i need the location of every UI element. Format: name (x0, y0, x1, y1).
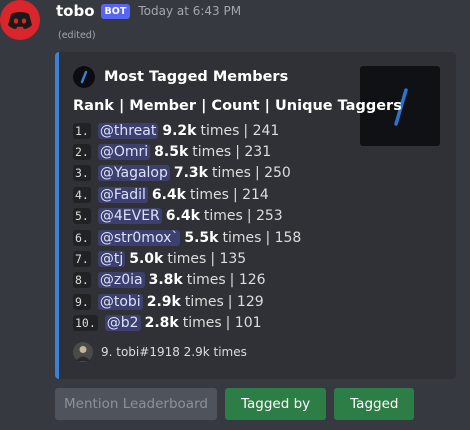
times-label: times (203, 208, 243, 225)
tag-count: 2.9k (146, 293, 181, 310)
unique-taggers: | 101 (225, 315, 262, 332)
member-mention[interactable]: @Yagalop (97, 165, 170, 182)
action-row: Mention Leaderboard Tagged by Tagged (55, 388, 415, 420)
member-mention[interactable]: @tobi (97, 293, 143, 310)
rank-number: 10. (73, 315, 98, 332)
member-mention[interactable]: @tj (97, 251, 126, 268)
tag-count: 5.0k (129, 251, 164, 268)
rank-number: 5. (73, 208, 91, 225)
leaderboard-row: 3. @Yagalop 7.3k times | 250 (73, 163, 301, 184)
tag-count: 9.2k (162, 122, 197, 139)
leaderboard-row: 2. @Omri 8.5k times | 231 (73, 141, 301, 162)
rank-number: 8. (73, 272, 91, 289)
tag-count: 3.8k (148, 272, 183, 289)
embed-title: Rank | Member | Count | Unique Taggers (73, 98, 402, 114)
member-mention[interactable]: @str0mox` (97, 229, 181, 246)
member-mention[interactable]: @b2 (104, 315, 141, 332)
embed-footer-text: 9. tobi#1918 2.9k times (101, 345, 247, 359)
unique-taggers: | 158 (265, 229, 302, 246)
embed-footer: 9. tobi#1918 2.9k times (73, 342, 247, 362)
unique-taggers: | 126 (229, 272, 266, 289)
leaderboard-row: 8. @z0ia 3.8k times | 126 (73, 270, 301, 291)
tagged-button[interactable]: Tagged (334, 388, 415, 420)
times-label: times (190, 186, 229, 203)
tag-count: 6.4k (165, 208, 200, 225)
member-mention[interactable]: @Fadil (97, 186, 148, 203)
times-label: times (200, 122, 240, 139)
leaderboard-list: 1. @threat 9.2k times | 241 2. @Omri 8.5… (73, 120, 301, 334)
times-label: times (182, 315, 222, 332)
rank-number: 1. (73, 122, 91, 139)
member-mention[interactable]: @4EVER (97, 208, 162, 225)
times-label: times (212, 165, 251, 182)
unique-taggers: | 250 (254, 165, 291, 182)
member-mention[interactable]: @threat (97, 122, 159, 139)
user-avatar-icon (73, 342, 93, 362)
times-label: times (222, 229, 262, 246)
rank-number: 7. (73, 251, 91, 268)
edited-label: (edited) (58, 30, 96, 41)
unique-taggers: | 214 (232, 186, 269, 203)
leaderboard-row: 7. @tj 5.0k times | 135 (73, 248, 301, 269)
tag-count: 6.4k (151, 186, 186, 203)
tag-count: 8.5k (154, 144, 189, 161)
rank-number: 3. (73, 165, 91, 182)
tag-count: 5.5k (184, 229, 219, 246)
tag-count: 2.8k (144, 315, 179, 332)
unique-taggers: | 135 (210, 251, 247, 268)
unique-taggers: | 129 (227, 293, 264, 310)
leaderboard-row: 10. @b2 2.8k times | 101 (73, 313, 301, 334)
unique-taggers: | 253 (246, 208, 283, 225)
times-label: times (192, 144, 232, 161)
leaderboard-row: 9. @tobi 2.9k times | 129 (73, 291, 301, 312)
discord-logo-icon (8, 12, 32, 29)
message-header: tobo BOT Today at 6:43 PM (56, 0, 241, 22)
unique-taggers: | 241 (243, 122, 280, 139)
rank-number: 4. (73, 186, 91, 203)
unique-taggers: | 231 (235, 144, 272, 161)
message-timestamp: Today at 6:43 PM (138, 4, 242, 18)
bot-badge: BOT (100, 3, 131, 19)
times-label: times (184, 293, 224, 310)
leaderboard-row: 4. @Fadil 6.4k times | 214 (73, 184, 301, 205)
bot-avatar[interactable] (0, 0, 40, 40)
times-label: times (167, 251, 207, 268)
leaderboard-row: 1. @threat 9.2k times | 241 (73, 120, 301, 141)
rank-number: 6. (73, 229, 91, 246)
rank-number: 9. (73, 293, 91, 310)
member-mention[interactable]: @z0ia (97, 272, 145, 289)
tag-count: 7.3k (173, 165, 208, 182)
leaderboard-embed: Most Tagged Members Rank | Member | Coun… (55, 52, 456, 379)
times-label: times (186, 272, 226, 289)
member-mention[interactable]: @Omri (97, 144, 151, 161)
slash-logo-icon (73, 66, 95, 88)
leaderboard-row: 5. @4EVER 6.4k times | 253 (73, 206, 301, 227)
embed-author: Most Tagged Members (73, 66, 288, 88)
mention-leaderboard-button[interactable]: Mention Leaderboard (55, 388, 217, 420)
tagged-by-button[interactable]: Tagged by (225, 388, 327, 420)
rank-number: 2. (73, 144, 91, 161)
embed-author-name: Most Tagged Members (104, 69, 289, 85)
username[interactable]: tobo (56, 2, 95, 20)
leaderboard-row: 6. @str0mox` 5.5k times | 158 (73, 227, 301, 248)
